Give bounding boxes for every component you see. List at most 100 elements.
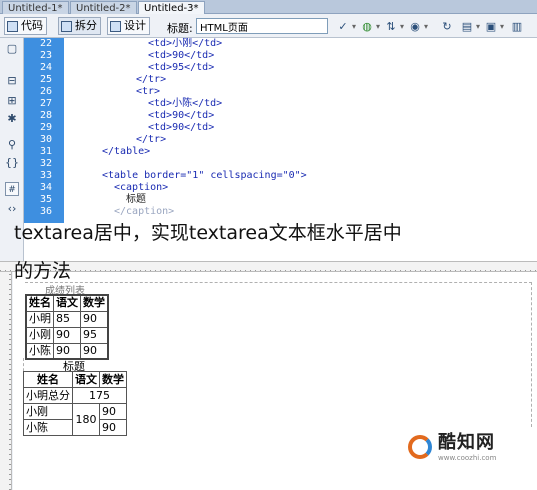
table-cell[interactable]: 小陈 (25, 342, 54, 360)
line-number: 34 (39, 182, 52, 193)
highlight-invalid-code-icon[interactable]: ‹› (5, 202, 19, 216)
line-number: 29 (39, 122, 52, 133)
code-line[interactable]: <tr> (136, 86, 160, 98)
table-header-row: 姓名 语文 数学 (25, 294, 109, 312)
visual-aids-icon[interactable]: ▣ (484, 20, 498, 33)
tab-untitled-2[interactable]: Untitled-2* (70, 1, 137, 14)
view-options-dropdown-icon[interactable]: ▾ (474, 20, 482, 33)
table-cell[interactable]: 90 (53, 342, 81, 360)
table-cell[interactable]: 小明 (25, 310, 54, 328)
code-line[interactable]: <caption> (114, 182, 168, 194)
code-view-label: 代码 (21, 19, 43, 32)
expand-all-icon[interactable]: ✱ (5, 112, 19, 126)
table-cell[interactable]: 小明总分 (23, 387, 73, 404)
table-row: 小刚 180 90 (23, 403, 127, 436)
code-line[interactable]: <td>90</td> (148, 50, 214, 62)
watermark-url: www.coozhi.com (438, 454, 497, 462)
table-header-cell[interactable]: 语文 (72, 371, 100, 388)
line-number: 28 (39, 110, 52, 121)
article-heading-line-2: 的方法 (14, 260, 72, 282)
code-line[interactable]: </tr> (136, 74, 166, 86)
line-number: 32 (39, 158, 52, 169)
line-number: 25 (39, 74, 52, 85)
page-title-input[interactable] (196, 18, 328, 34)
table-cell[interactable]: 小刚 (25, 326, 54, 344)
table-cell[interactable]: 90 (99, 419, 127, 436)
table-row: 小陈 90 90 (25, 342, 109, 360)
code-line[interactable]: <td>90</td> (148, 122, 214, 134)
site-watermark: 酷知网 www.coozhi.com (408, 432, 532, 466)
design-view-icon (110, 20, 121, 32)
code-line[interactable]: <table border="1" cellspacing="0"> (102, 170, 307, 182)
code-view-button[interactable]: 代码 (4, 17, 47, 35)
code-line[interactable]: </table> (102, 146, 150, 158)
tab-untitled-3[interactable]: Untitled-3* (138, 1, 205, 14)
table-cell[interactable]: 90 (80, 342, 109, 360)
table-header-cell[interactable]: 数学 (80, 294, 109, 312)
table-header-cell[interactable]: 姓名 (23, 371, 73, 388)
open-documents-icon[interactable]: ▢ (5, 42, 19, 56)
code-view-icon (7, 20, 18, 32)
table-row: 小明 85 90 (25, 310, 109, 328)
score-table[interactable]: 姓名 语文 数学 小明 85 90 小刚 90 95 小陈 90 90 (25, 294, 109, 360)
file-management-dropdown-icon[interactable]: ▾ (350, 20, 358, 33)
table-cell-merged-chinese[interactable]: 180 (72, 403, 100, 436)
merged-score-table[interactable]: 姓名 语文 数学 小明总分 175 小刚 180 90 小陈 90 (23, 371, 127, 436)
split-view-label: 拆分 (75, 19, 97, 32)
split-view-button[interactable]: 拆分 (58, 17, 101, 35)
line-number: 24 (39, 62, 52, 73)
split-view-icon (61, 20, 72, 32)
code-line[interactable]: 标题 (126, 194, 146, 206)
table-cell[interactable]: 90 (99, 403, 127, 420)
line-numbers-icon[interactable]: # (5, 182, 19, 196)
watermark-logo-icon (408, 435, 432, 459)
table-header-cell[interactable]: 姓名 (25, 294, 54, 312)
compatibility-dropdown-icon[interactable]: ▾ (398, 20, 406, 33)
preview-globe-icon[interactable]: ◍ (360, 20, 374, 33)
table-cell[interactable]: 小刚 (23, 403, 73, 420)
document-tab-bar: Untitled-1* Untitled-2* Untitled-3* (0, 0, 537, 14)
line-number: 36 (39, 206, 52, 217)
balance-braces-icon[interactable]: {} (5, 156, 19, 170)
table-cell[interactable]: 85 (53, 310, 81, 328)
collapse-selection-icon[interactable]: ⊞ (5, 94, 19, 108)
validate-dropdown-icon[interactable]: ▾ (422, 20, 430, 33)
refresh-icon[interactable]: ↻ (440, 20, 454, 33)
article-heading-overlay: textarea居中，实现textarea文本框水平居中 的方法 (0, 222, 537, 286)
table-cell[interactable]: 95 (80, 326, 109, 344)
table-row: 小刚 90 95 (25, 326, 109, 344)
tab-untitled-1[interactable]: Untitled-1* (2, 1, 69, 14)
table-header-cell[interactable]: 语文 (53, 294, 81, 312)
validate-icon[interactable]: ◉ (408, 20, 422, 33)
file-management-icon[interactable]: ✓ (336, 20, 350, 33)
design-view-button[interactable]: 设计 (107, 17, 150, 35)
table-cell[interactable]: 90 (80, 310, 109, 328)
code-line[interactable]: <td>小陈</td> (148, 98, 222, 110)
table-cell[interactable]: 小陈 (23, 419, 73, 436)
preview-dropdown-icon[interactable]: ▾ (374, 20, 382, 33)
table-cell[interactable]: 90 (53, 326, 81, 344)
table-row: 小明总分 175 (23, 387, 127, 404)
line-number: 27 (39, 98, 52, 109)
table-cell-merged-total[interactable]: 175 (72, 387, 127, 404)
code-line[interactable]: <td>95</td> (148, 62, 214, 74)
code-line[interactable]: <td>90</td> (148, 110, 214, 122)
check-compatibility-icon[interactable]: ⇅ (384, 20, 398, 33)
table-header-cell[interactable]: 数学 (99, 371, 127, 388)
collapse-tag-icon[interactable]: ⊟ (5, 74, 19, 88)
code-line[interactable]: </tr> (136, 134, 166, 146)
document-toolbar: 代码 拆分 设计 标题: ✓ ▾ ◍ ▾ ⇅ ▾ ◉ ▾ ↻ ▤ ▾ ▣ ▾ ▥ (0, 14, 537, 38)
panel-icon[interactable]: ▥ (510, 20, 524, 33)
view-options-icon[interactable]: ▤ (460, 20, 474, 33)
visual-aids-dropdown-icon[interactable]: ▾ (498, 20, 506, 33)
line-number-gutter: 22 23 24 25 26 27 28 29 30 31 32 33 34 3… (24, 38, 64, 223)
watermark-name: 酷知网 (438, 432, 495, 453)
title-label: 标题: (167, 22, 193, 35)
code-view-pane[interactable]: 22 23 24 25 26 27 28 29 30 31 32 33 34 3… (24, 38, 537, 223)
select-parent-tag-icon[interactable]: ⚲ (5, 138, 19, 152)
line-number: 35 (39, 194, 52, 205)
code-line[interactable]: <td>小刚</td> (148, 38, 222, 50)
code-line[interactable]: </caption> (114, 206, 174, 218)
line-number: 26 (39, 86, 52, 97)
vertical-ruler (0, 272, 12, 490)
